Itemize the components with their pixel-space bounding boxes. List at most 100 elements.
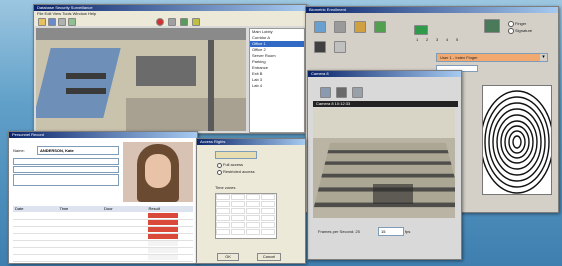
finger-dropdown[interactable]: User 1 - Index Finger ▾ [436,53,548,62]
status-cell [148,248,178,253]
table-row[interactable] [13,220,193,227]
access-window: Access Rights Full access Restricted acc… [196,138,306,264]
time-cell[interactable] [231,229,245,235]
grid-view-icon[interactable] [320,87,331,98]
grid-label-3: 3 [436,37,439,42]
camera-window: Camera 8 Camera 8 10:12:33 Frames per Se… [307,70,462,260]
time-cell[interactable] [231,201,245,207]
time-cell[interactable] [246,194,260,200]
preview-icon [484,19,500,33]
time-table-title: Time zones [215,185,236,190]
col-door: Door [104,206,113,211]
table-row[interactable] [13,241,193,248]
floor-desk [66,73,106,79]
time-cell[interactable] [231,215,245,221]
table-row[interactable] [13,255,193,262]
floor-room-blue [36,48,121,118]
table-row[interactable] [13,234,193,241]
card-icon[interactable] [354,21,366,33]
table-row[interactable] [13,227,193,234]
grid-label-2: 2 [426,37,429,42]
open-icon[interactable] [38,18,46,26]
camera-icon[interactable] [334,21,346,33]
signature-icon[interactable] [314,41,326,53]
time-cell[interactable] [216,229,230,235]
green-status-icon [414,25,428,35]
table-row[interactable] [13,213,193,220]
ok-button[interactable]: OK [217,253,239,261]
col-date: Date [15,206,24,211]
time-cell[interactable] [261,222,275,228]
grid-label-4: 4 [446,37,449,42]
address-field[interactable] [13,158,119,165]
surveillance-toolbar [34,16,306,26]
notes-field[interactable] [13,174,119,186]
name-value: ANDERSON, Kate [40,148,74,153]
time-cell[interactable] [216,208,230,214]
time-cell[interactable] [261,201,275,207]
time-table[interactable] [215,193,277,239]
access-log-header: Date Time Door Result [13,206,193,212]
time-cell[interactable] [246,201,260,207]
time-cell[interactable] [261,194,275,200]
user-icon[interactable] [374,21,386,33]
time-cell[interactable] [246,229,260,235]
scanner-icon[interactable] [314,21,326,33]
record-icon[interactable] [352,87,363,98]
name-label: Name: [13,148,25,153]
zoom-icon[interactable] [68,18,76,26]
camera-icon[interactable] [58,18,66,26]
personnel-window: Personnel Record Name: ANDERSON, Kate Da… [8,131,198,264]
time-cell[interactable] [231,222,245,228]
radio-finger[interactable] [508,21,514,27]
radio-restricted-label: Restricted access [223,169,255,174]
time-cell[interactable] [261,229,275,235]
radio-restricted[interactable] [217,170,222,175]
status-cell [148,241,178,246]
time-cell[interactable] [261,208,275,214]
save-icon[interactable] [48,18,56,26]
feed-desk-dark [373,184,413,204]
floor-room-dark [136,56,196,86]
fingerprint-icon [483,90,551,194]
alarm-icon[interactable] [192,18,200,26]
camera-list[interactable]: Main Lobby Corridor A Office 1 Office 2 Serv… [249,28,305,133]
biometric-title: Biometric Enrollment [306,7,558,13]
radio-full-access[interactable] [217,163,222,168]
floor-room-bottom [126,98,246,131]
chevron-down-icon: ▾ [540,54,547,61]
name-field[interactable]: ANDERSON, Kate [37,146,119,155]
fps-label: Frames per Second: 25 [318,229,360,234]
radio-signature[interactable] [508,28,514,34]
table-row[interactable] [13,248,193,255]
radio-full-label: Full access [223,162,244,167]
personnel-title: Personnel Record [9,132,197,138]
floor-wall [36,28,246,40]
time-cell[interactable] [261,215,275,221]
surveillance-window: Database Security Surveillance File Edit… [33,4,307,134]
time-cell[interactable] [231,208,245,214]
camera-feed[interactable] [313,108,455,218]
grid-icon[interactable] [168,18,176,26]
camera-list-item[interactable]: Lab 4 [250,83,304,89]
time-cell[interactable] [231,194,245,200]
stop-icon[interactable] [156,18,164,26]
access-selector[interactable] [215,151,257,159]
fingerprint-image [482,85,552,195]
snapshot-icon[interactable] [336,87,347,98]
time-cell[interactable] [216,222,230,228]
phone-field[interactable] [13,166,119,173]
key-icon[interactable] [334,41,346,53]
time-cell[interactable] [246,215,260,221]
floor-plan[interactable] [36,28,246,131]
cancel-button[interactable]: Cancel [257,253,281,261]
finger-dropdown-value: User 1 - Index Finger [440,55,478,60]
access-log-table[interactable] [13,213,193,262]
time-cell[interactable] [216,215,230,221]
time-cell[interactable] [216,201,230,207]
time-cell[interactable] [246,208,260,214]
fps-input[interactable]: 15 [378,227,404,236]
time-cell[interactable] [216,194,230,200]
time-cell[interactable] [246,222,260,228]
map-icon[interactable] [180,18,188,26]
